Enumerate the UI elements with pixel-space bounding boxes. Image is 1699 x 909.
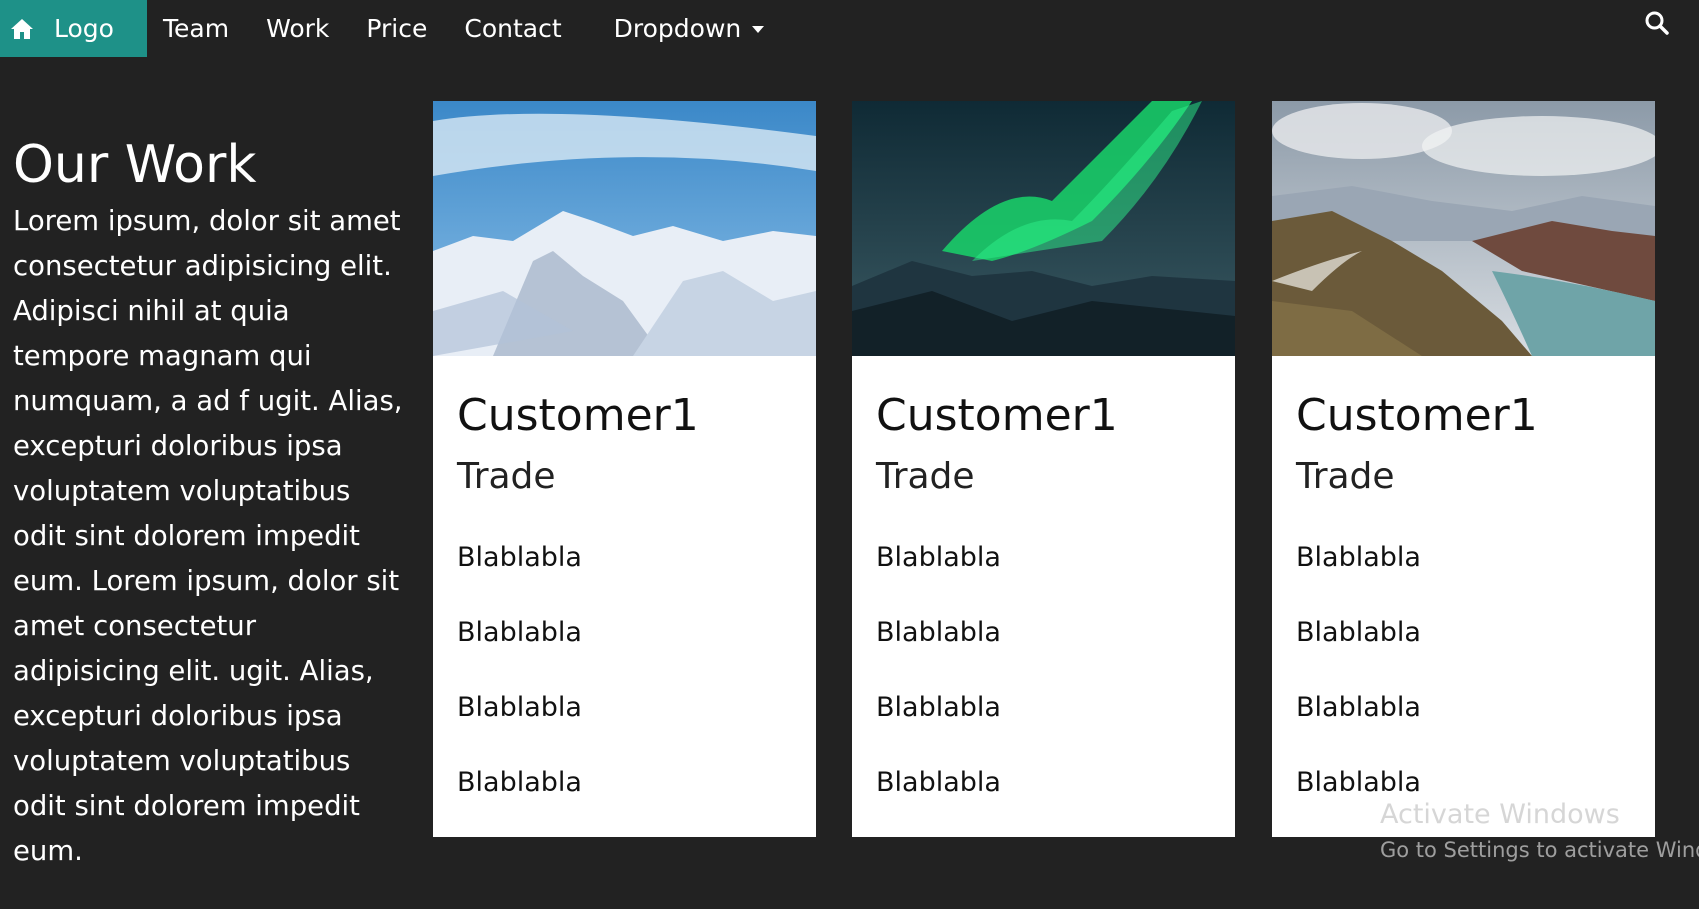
customer-card: Customer1 Trade Blablabla Blablabla Blab…: [852, 101, 1235, 837]
logo-link[interactable]: Logo: [0, 0, 147, 57]
list-item: Blablabla: [1296, 617, 1421, 648]
nav-link-team[interactable]: Team: [163, 0, 229, 57]
list-item: Blablabla: [457, 617, 582, 648]
card-body: Customer1 Trade Blablabla Blablabla Blab…: [1272, 356, 1655, 820]
list-item: Blablabla: [876, 692, 1001, 723]
card-title: Customer1: [457, 390, 699, 441]
customer-card: Customer1 Trade Blablabla Blablabla Blab…: [433, 101, 816, 837]
home-icon: [10, 18, 34, 40]
page-title: Our Work: [13, 135, 257, 195]
nav-link-price[interactable]: Price: [366, 0, 427, 57]
logo-label: Logo: [54, 14, 114, 43]
top-navbar: Logo Team Work Price Contact Dropdown: [0, 0, 1699, 57]
list-item: Blablabla: [1296, 542, 1421, 573]
list-item: Blablabla: [457, 767, 582, 798]
customer-card: Customer1 Trade Blablabla Blablabla Blab…: [1272, 101, 1655, 837]
dropdown-label: Dropdown: [613, 14, 742, 43]
search-icon[interactable]: [1642, 8, 1672, 38]
list-item: Blablabla: [457, 542, 582, 573]
nav-link-work[interactable]: Work: [266, 0, 329, 57]
watermark-title: Activate Windows: [1380, 799, 1620, 830]
card-subtitle: Trade: [1296, 456, 1395, 497]
card-title: Customer1: [1296, 390, 1538, 441]
card-body: Customer1 Trade Blablabla Blablabla Blab…: [852, 356, 1235, 820]
list-item: Blablabla: [876, 767, 1001, 798]
windows-activation-watermark: Activate Windows Go to Settings to activ…: [1380, 795, 1699, 865]
card-subtitle: Trade: [457, 456, 556, 497]
caret-down-icon: [752, 26, 765, 33]
list-item: Blablabla: [457, 692, 582, 723]
card-subtitle: Trade: [876, 456, 975, 497]
card-title: Customer1: [876, 390, 1118, 441]
card-list: Blablabla Blablabla Blablabla Blablabla: [876, 520, 1235, 820]
aurora-borealis-photo: [852, 101, 1235, 356]
watermark-subtitle: Go to Settings to activate Windows.: [1380, 838, 1699, 862]
list-item: Blablabla: [1296, 692, 1421, 723]
mountain-lake-road-photo: [1272, 101, 1655, 356]
card-body: Customer1 Trade Blablabla Blablabla Blab…: [433, 356, 816, 820]
list-item: Blablabla: [876, 617, 1001, 648]
snowy-mountains-photo: [433, 101, 816, 356]
card-list: Blablabla Blablabla Blablabla Blablabla: [1296, 520, 1655, 820]
card-list: Blablabla Blablabla Blablabla Blablabla: [457, 520, 816, 820]
nav-link-contact[interactable]: Contact: [464, 0, 561, 57]
nav-dropdown-toggle[interactable]: Dropdown: [614, 0, 765, 57]
intro-section: Our Work Lorem ipsum, dolor sit amet con…: [13, 135, 403, 874]
list-item: Blablabla: [876, 542, 1001, 573]
intro-text: Lorem ipsum, dolor sit amet consectetur …: [13, 205, 403, 867]
